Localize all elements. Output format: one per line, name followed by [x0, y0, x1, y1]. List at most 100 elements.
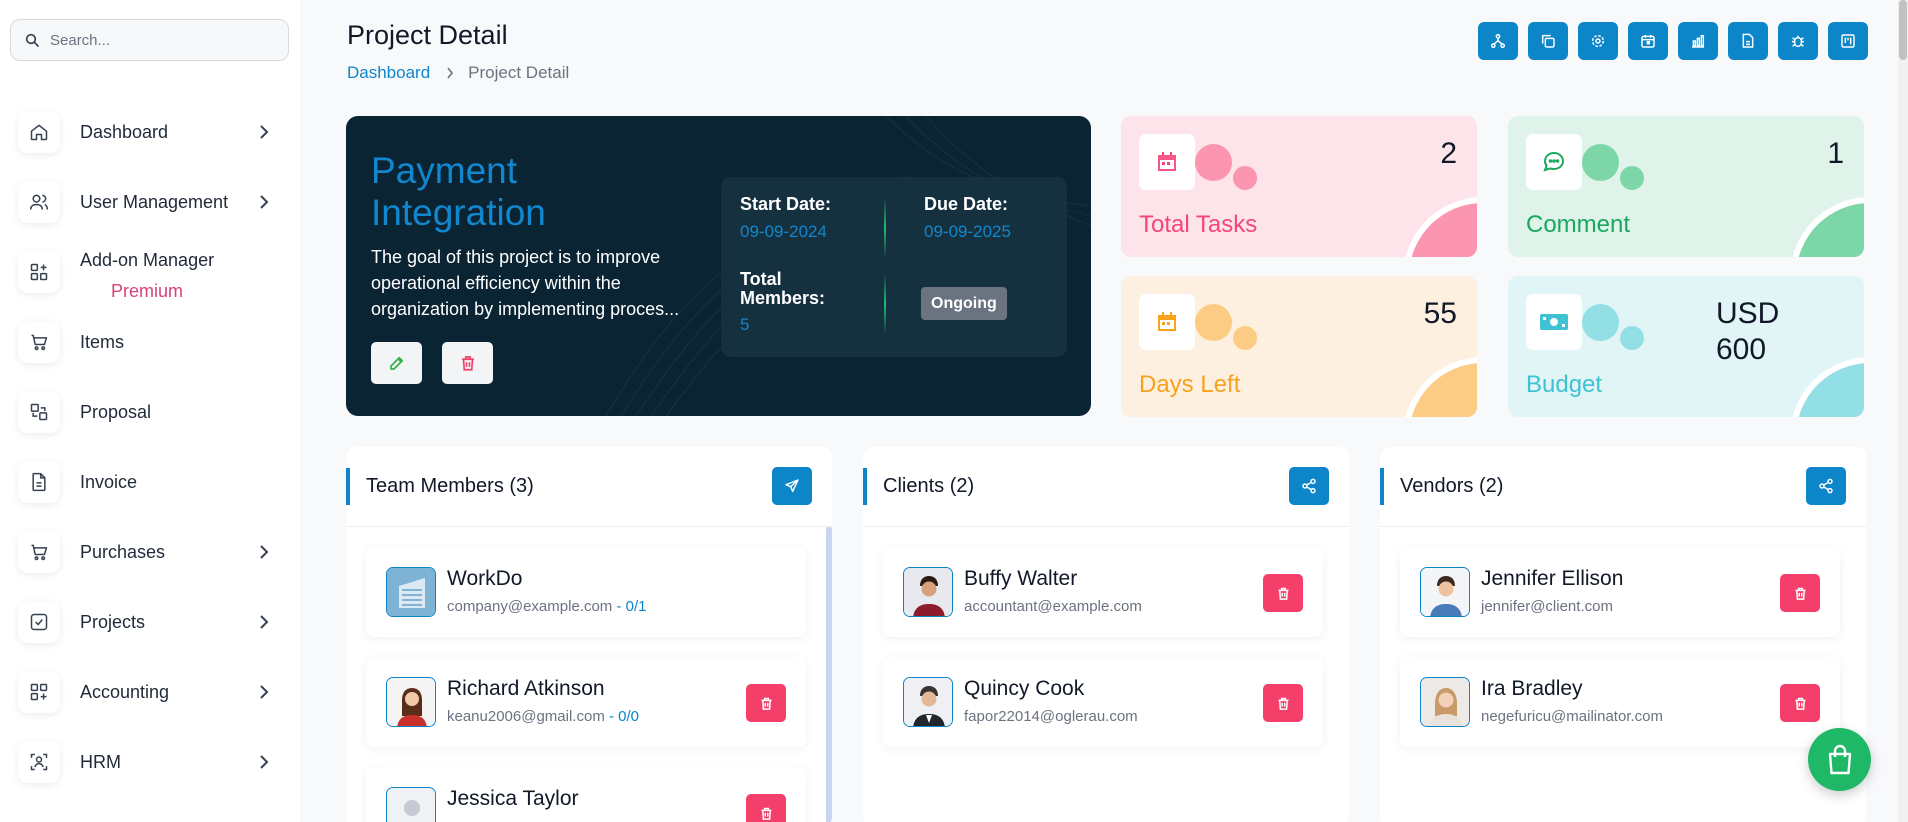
sidebar-item-label: Proposal	[80, 401, 152, 422]
sidebar-item-user-management[interactable]: User Management	[0, 167, 300, 237]
panel-accent-bar	[863, 468, 867, 505]
task-count: - 0/0	[604, 708, 640, 725]
panel-accent-bar	[1380, 468, 1384, 505]
scrollbar-thumb[interactable]	[1899, 0, 1907, 60]
sidebar-item-purchases[interactable]: Purchases	[0, 517, 300, 587]
sidebar-item-label: User Management	[80, 191, 229, 212]
sidebar-item-label: Items	[80, 331, 125, 352]
task-count: - 0/1	[612, 598, 647, 615]
decoration-circle	[1195, 144, 1232, 181]
sidebar-item-invoice[interactable]: Invoice	[0, 447, 300, 517]
copy-button[interactable]	[1528, 22, 1568, 60]
sidebar-nav: Dashboard User Management Add-on Manager…	[0, 97, 300, 797]
invite-member-button[interactable]	[772, 467, 812, 505]
avatar	[1420, 677, 1470, 727]
project-info-box: Start Date: 09-09-2024 Due Date: 09-09-2…	[721, 177, 1067, 357]
sidebar-item-items[interactable]: Items	[0, 307, 300, 377]
decoration-circle	[1233, 166, 1257, 190]
calendar-button[interactable]	[1628, 22, 1668, 60]
bar-chart-icon	[1690, 33, 1706, 49]
invoice-icon	[18, 461, 60, 503]
hrm-icon	[18, 741, 60, 783]
client-email: fapor22014@oglerau.com	[964, 708, 1138, 725]
project-description: The goal of this project is to improve o…	[371, 247, 680, 319]
shopping-bag-button[interactable]	[1808, 728, 1871, 791]
search-box[interactable]	[10, 19, 289, 61]
stat-card-days-left: 55 Days Left	[1121, 276, 1477, 417]
delete-vendor-button[interactable]	[1780, 574, 1820, 612]
trash-icon	[459, 354, 477, 372]
send-icon	[784, 478, 800, 494]
panel-title: Vendors (2)	[1400, 475, 1504, 497]
stat-value: 1	[1827, 137, 1844, 170]
sidebar-item-dashboard[interactable]: Dashboard	[0, 97, 300, 167]
stat-label: Comment	[1526, 211, 1631, 238]
start-date-label: Start Date:	[740, 194, 832, 214]
addon-icon	[18, 251, 60, 293]
avatar	[903, 677, 953, 727]
chevron-right-icon	[259, 544, 269, 560]
pencil-icon	[388, 354, 406, 372]
delete-project-button[interactable]	[442, 342, 493, 384]
status-badge: Ongoing	[921, 287, 1007, 320]
vendor-email: jennifer@client.com	[1481, 598, 1613, 615]
panel-accent-bar	[346, 468, 350, 505]
bug-button[interactable]	[1778, 22, 1818, 60]
file-button[interactable]	[1728, 22, 1768, 60]
breadcrumb-dashboard-link[interactable]: Dashboard	[347, 63, 430, 83]
toolbar	[1478, 22, 1868, 60]
share-clients-button[interactable]	[1289, 467, 1329, 505]
page-scrollbar[interactable]	[1898, 0, 1908, 822]
delete-member-button[interactable]	[746, 794, 786, 822]
calendar-icon	[1139, 294, 1195, 350]
search-input[interactable]	[50, 31, 270, 49]
list-item: Richard Atkinson keanu2006@gmail.com - 0…	[366, 657, 806, 747]
sitemap-button[interactable]	[1478, 22, 1518, 60]
share-vendors-button[interactable]	[1806, 467, 1846, 505]
delete-vendor-button[interactable]	[1780, 684, 1820, 722]
list-item: WorkDo company@example.com - 0/1	[366, 547, 806, 637]
decoration-blob	[1403, 197, 1477, 257]
sidebar: Dashboard User Management Add-on Manager…	[0, 0, 300, 822]
stat-card-budget: USD 600 Budget	[1508, 276, 1864, 417]
avatar	[386, 567, 436, 617]
member-name: Jessica Taylor	[447, 787, 579, 810]
delete-client-button[interactable]	[1263, 574, 1303, 612]
delete-client-button[interactable]	[1263, 684, 1303, 722]
email-text: keanu2006@gmail.com	[447, 708, 605, 725]
total-members-value: 5	[740, 315, 750, 334]
breadcrumb-current: Project Detail	[468, 63, 570, 82]
file-icon	[1740, 33, 1756, 49]
sidebar-item-proposal[interactable]: Proposal	[0, 377, 300, 447]
sidebar-item-label: Projects	[80, 611, 146, 632]
stat-value: 55	[1423, 297, 1457, 330]
calendar-icon	[1640, 33, 1656, 49]
trash-icon	[759, 696, 774, 711]
stat-value: 2	[1440, 137, 1457, 170]
panel-header: Vendors (2)	[1380, 447, 1866, 527]
trash-icon	[1276, 696, 1291, 711]
share-icon	[1818, 478, 1834, 494]
edit-project-button[interactable]	[371, 342, 422, 384]
bar-chart-button[interactable]	[1678, 22, 1718, 60]
stat-card-total-tasks: 2 Total Tasks	[1121, 116, 1477, 257]
vendor-email: negefuricu@mailinator.com	[1481, 708, 1663, 725]
scrollbar-thumb[interactable]	[826, 527, 832, 822]
sidebar-item-accounting[interactable]: Accounting	[0, 657, 300, 727]
kanban-icon	[1840, 33, 1856, 49]
sidebar-item-hrm[interactable]: HRM	[0, 727, 300, 797]
delete-member-button[interactable]	[746, 684, 786, 722]
settings-button[interactable]	[1578, 22, 1618, 60]
chevron-right-icon	[259, 124, 269, 140]
stat-label: Budget	[1526, 371, 1603, 398]
share-icon	[1301, 478, 1317, 494]
premium-label: Premium	[111, 281, 184, 301]
decoration-blob	[1790, 197, 1864, 257]
kanban-button[interactable]	[1828, 22, 1868, 60]
decoration-circle	[1582, 304, 1619, 341]
divider	[884, 197, 886, 259]
vendors-panel: Vendors (2) Jennifer Ellison jennifer@cl…	[1380, 447, 1866, 822]
sidebar-item-projects[interactable]: Projects	[0, 587, 300, 657]
panel-scrollbar[interactable]	[826, 527, 832, 822]
sidebar-item-addon-manager[interactable]: Add-on Manager Premium	[0, 237, 300, 307]
